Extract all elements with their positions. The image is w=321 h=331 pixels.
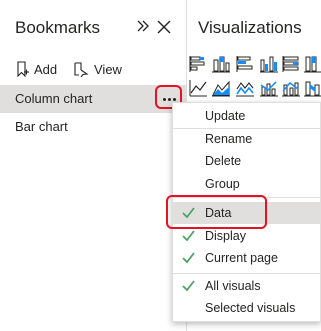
stacked-bar-chart-icon[interactable]: [188, 55, 208, 73]
area-chart-icon[interactable]: [211, 79, 231, 97]
menu-item-all-visuals[interactable]: All visuals: [173, 275, 320, 297]
bookmarks-pane: Bookmarks Add View Column chart Bar char…: [0, 0, 186, 331]
menu-item-label: Selected visuals: [205, 301, 296, 315]
bookmark-item-bar-chart[interactable]: Bar chart: [0, 113, 186, 141]
100-percent-bar-chart-icon[interactable]: [281, 55, 301, 73]
more-options-dot: [173, 98, 176, 101]
line-and-column-chart-icon[interactable]: [259, 79, 279, 97]
bookmark-item-label: Bar chart: [15, 119, 68, 134]
menu-item-label: Delete: [205, 154, 242, 168]
collapse-pane-icon[interactable]: [136, 18, 150, 34]
visualizations-title: Visualizations: [198, 18, 302, 37]
add-bookmark-button[interactable]: Add: [15, 60, 57, 78]
clustered-bar-chart-icon[interactable]: [235, 55, 255, 73]
menu-item-label: Rename: [205, 132, 253, 146]
line-and-clustered-column-chart-icon[interactable]: [281, 79, 301, 97]
view-bookmark-icon: [74, 62, 89, 77]
line-chart-icon[interactable]: [188, 79, 208, 97]
checkmark-icon: [182, 230, 195, 242]
checkmark-icon: [182, 280, 195, 292]
view-label: View: [94, 61, 122, 77]
menu-item-label: All visuals: [205, 279, 261, 293]
stacked-area-chart-icon[interactable]: [235, 79, 255, 97]
close-icon[interactable]: [157, 20, 171, 34]
view-bookmark-button[interactable]: View: [73, 60, 122, 78]
menu-item-label: Current page: [205, 251, 278, 265]
menu-item-label: Update: [205, 109, 246, 123]
more-options-dot: [168, 98, 171, 101]
bookmarks-title: Bookmarks: [15, 18, 101, 37]
menu-item-rename[interactable]: Rename: [173, 128, 320, 150]
menu-item-label: Group: [205, 177, 240, 191]
clustered-column-chart-icon[interactable]: [259, 55, 279, 73]
more-options-icon: [163, 98, 166, 101]
menu-separator: [173, 273, 320, 274]
menu-item-selected-visuals[interactable]: Selected visuals: [173, 297, 320, 319]
checkmark-icon: [182, 252, 195, 264]
menu-item-delete[interactable]: Delete: [173, 150, 320, 172]
stacked-column-chart-icon[interactable]: [211, 55, 231, 73]
data-highlight-callout: [166, 195, 267, 229]
menu-item-label: Display: [205, 229, 246, 243]
ribbon-chart-icon[interactable]: [303, 79, 321, 97]
add-label: Add: [34, 61, 58, 77]
visualizations-gallery: [186, 52, 321, 100]
menu-item-update[interactable]: Update: [173, 105, 320, 127]
menu-item-group[interactable]: Group: [173, 173, 320, 195]
bookmark-item-label: Column chart: [15, 91, 93, 106]
add-bookmark-icon: [17, 61, 29, 77]
menu-item-current-page[interactable]: Current page: [173, 247, 320, 269]
100-percent-column-chart-icon[interactable]: [303, 55, 321, 73]
